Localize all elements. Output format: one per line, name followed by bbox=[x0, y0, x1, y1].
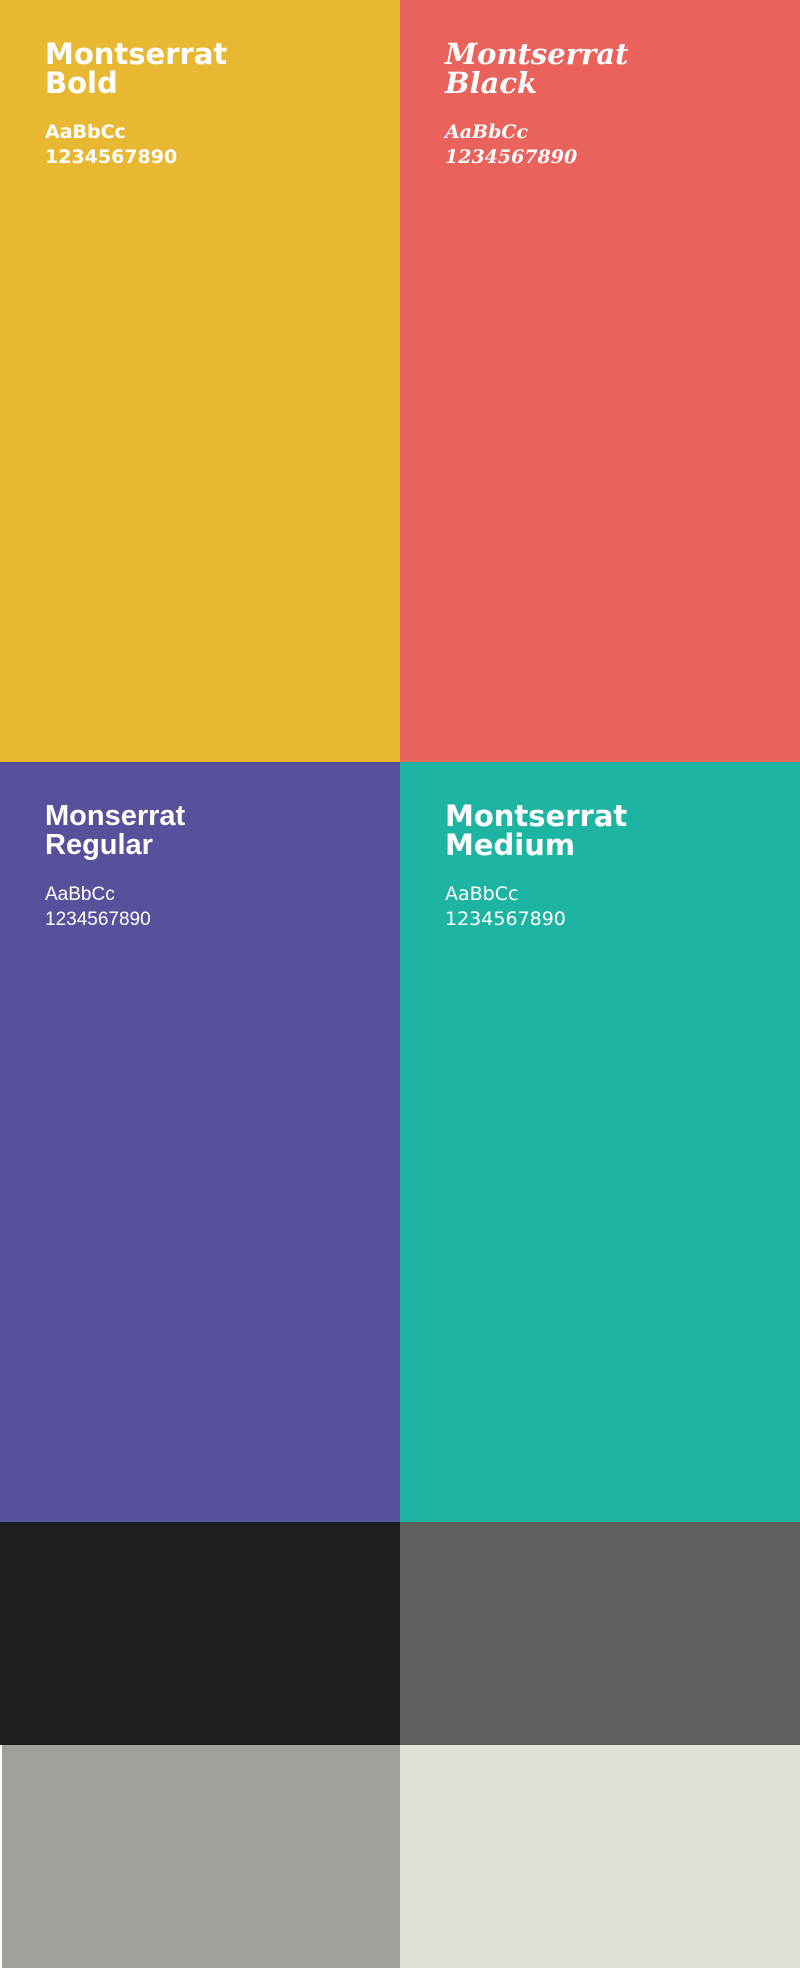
font-name: Montserrat Black bbox=[445, 37, 629, 100]
sample-numbers: 1234567890 bbox=[45, 146, 178, 168]
color-swatch-dark-gray bbox=[400, 1522, 800, 1745]
sample-numbers: 1234567890 bbox=[445, 908, 566, 930]
color-swatch-light-gray bbox=[400, 1745, 800, 1968]
sample-letters: AaBbCc bbox=[445, 883, 519, 905]
sample-numbers: 1234567890 bbox=[445, 146, 578, 168]
type-card-montserrat-black: Montserrat Black AaBbCc 1234567890 bbox=[400, 0, 800, 762]
color-swatch-black bbox=[0, 1522, 400, 1745]
font-sample: AaBbCc 1234567890 bbox=[445, 120, 577, 170]
sample-letters: AaBbCc bbox=[45, 121, 126, 143]
color-swatch-medium-gray bbox=[2, 1745, 400, 1968]
font-sample: AaBbCc 1234567890 bbox=[45, 120, 177, 170]
palette-grid: Montserrat Bold AaBbCc 1234567890 Montse… bbox=[0, 0, 800, 1968]
font-name: Montserrat Bold bbox=[45, 37, 228, 100]
type-card-monserrat-regular: Monserrat Regular AaBbCc 1234567890 bbox=[0, 762, 400, 1522]
font-sample: AaBbCc 1234567890 bbox=[445, 882, 566, 932]
font-name: Monserrat Regular bbox=[45, 800, 186, 861]
sample-numbers: 1234567890 bbox=[45, 909, 151, 930]
font-sample: AaBbCc 1234567890 bbox=[45, 882, 151, 932]
sample-letters: AaBbCc bbox=[445, 121, 529, 143]
font-name: Montserrat Medium bbox=[445, 799, 628, 862]
type-card-montserrat-bold: Montserrat Bold AaBbCc 1234567890 bbox=[0, 0, 400, 762]
type-card-montserrat-medium: Montserrat Medium AaBbCc 1234567890 bbox=[400, 762, 800, 1522]
sample-letters: AaBbCc bbox=[45, 884, 115, 905]
